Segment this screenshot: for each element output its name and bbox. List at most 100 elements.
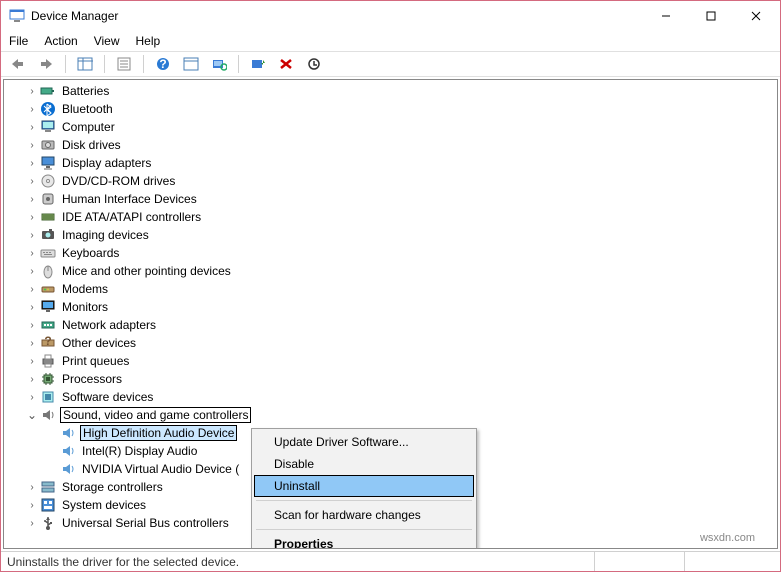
context-menu-item[interactable]: Update Driver Software...: [254, 431, 474, 453]
toolbar-separator: [104, 55, 105, 73]
expand-icon[interactable]: ›: [24, 299, 40, 315]
expand-icon[interactable]: ›: [24, 497, 40, 513]
scan-hardware-button[interactable]: [208, 53, 230, 75]
toolbar-separator: [238, 55, 239, 73]
tree-node[interactable]: ›Keyboards: [4, 244, 777, 262]
tree-node[interactable]: › Batteries: [4, 82, 777, 100]
bluetooth-icon: [40, 101, 56, 117]
tree-node[interactable]: ›DVD/CD-ROM drives: [4, 172, 777, 190]
expand-icon[interactable]: ›: [24, 137, 40, 153]
status-text: Uninstalls the driver for the selected d…: [7, 555, 239, 569]
hid-icon: [40, 191, 56, 207]
menu-view[interactable]: View: [94, 34, 120, 48]
disable-button[interactable]: [303, 53, 325, 75]
tree-node-label: High Definition Audio Device: [80, 425, 237, 441]
usb-icon: [40, 515, 56, 531]
tree-node-label: Universal Serial Bus controllers: [60, 516, 231, 530]
tree-node[interactable]: ›?Other devices: [4, 334, 777, 352]
tree-node-label: Disk drives: [60, 138, 123, 152]
back-button[interactable]: [7, 53, 29, 75]
tree-node-label: System devices: [60, 498, 148, 512]
context-menu-item[interactable]: Uninstall: [254, 475, 474, 497]
tree-node-label: Modems: [60, 282, 110, 296]
ide-icon: [40, 209, 56, 225]
expand-icon[interactable]: ›: [24, 371, 40, 387]
expand-icon[interactable]: ›: [24, 155, 40, 171]
close-button[interactable]: [733, 2, 778, 30]
speaker-icon: [60, 425, 76, 441]
tree-node[interactable]: ›Display adapters: [4, 154, 777, 172]
expand-icon[interactable]: ›: [24, 389, 40, 405]
expand-icon[interactable]: ›: [24, 191, 40, 207]
tree-node[interactable]: › Software devices: [4, 388, 777, 406]
mouse-icon: [40, 263, 56, 279]
storage-icon: [40, 479, 56, 495]
tree-node-label: Print queues: [60, 354, 131, 368]
collapse-icon[interactable]: ⌄: [24, 407, 40, 423]
title-bar: Device Manager: [1, 1, 780, 31]
properties-button[interactable]: [113, 53, 135, 75]
toolbar-separator: [65, 55, 66, 73]
tree-node-label: Processors: [60, 372, 124, 386]
expand-icon[interactable]: ›: [24, 317, 40, 333]
menu-file[interactable]: File: [9, 34, 28, 48]
expand-icon[interactable]: ›: [24, 281, 40, 297]
tree-node-label: NVIDIA Virtual Audio Device (: [80, 462, 241, 476]
battery-icon: [40, 83, 56, 99]
tree-node[interactable]: › Computer: [4, 118, 777, 136]
help-button[interactable]: ?: [152, 53, 174, 75]
tree-node[interactable]: ›Human Interface Devices: [4, 190, 777, 208]
show-hide-tree-button[interactable]: [74, 53, 96, 75]
expand-icon[interactable]: ›: [24, 515, 40, 531]
speaker-icon: [60, 443, 76, 459]
context-menu: Update Driver Software...DisableUninstal…: [251, 428, 477, 549]
menu-action[interactable]: Action: [44, 34, 77, 48]
tree-node[interactable]: ⌄Sound, video and game controllers: [4, 406, 777, 424]
expand-icon[interactable]: ›: [24, 335, 40, 351]
tree-node-label: Computer: [60, 120, 117, 134]
window-title: Device Manager: [31, 9, 643, 23]
device-tree-container: ›Batteries›Bluetooth›Computer›Disk drive…: [3, 79, 778, 549]
network-icon: [40, 317, 56, 333]
tree-node-label: Mice and other pointing devices: [60, 264, 233, 278]
maximize-button[interactable]: [688, 2, 733, 30]
tree-node[interactable]: ›Bluetooth: [4, 100, 777, 118]
context-menu-item[interactable]: Properties: [254, 533, 474, 549]
disk-icon: [40, 137, 56, 153]
tree-node[interactable]: › Modems: [4, 280, 777, 298]
software-icon: [40, 389, 56, 405]
tree-node[interactable]: ›IDE ATA/ATAPI controllers: [4, 208, 777, 226]
context-menu-item[interactable]: Disable: [254, 453, 474, 475]
expand-icon[interactable]: ›: [24, 227, 40, 243]
expand-icon[interactable]: ›: [24, 173, 40, 189]
expand-icon[interactable]: ›: [24, 245, 40, 261]
tree-node[interactable]: › Print queues: [4, 352, 777, 370]
action-button[interactable]: [180, 53, 202, 75]
expand-icon[interactable]: ›: [24, 353, 40, 369]
expand-icon[interactable]: ›: [24, 209, 40, 225]
tree-node-label: Batteries: [60, 84, 111, 98]
tree-node[interactable]: › Mice and other pointing devices: [4, 262, 777, 280]
expand-icon[interactable]: ›: [24, 83, 40, 99]
tree-node-label: Imaging devices: [60, 228, 151, 242]
svg-text:?: ?: [159, 57, 166, 71]
expand-icon[interactable]: ›: [24, 119, 40, 135]
status-bar: Uninstalls the driver for the selected d…: [1, 551, 780, 571]
expand-icon[interactable]: ›: [24, 479, 40, 495]
minimize-button[interactable]: [643, 2, 688, 30]
context-menu-item[interactable]: Scan for hardware changes: [254, 504, 474, 526]
menu-help[interactable]: Help: [136, 34, 161, 48]
tree-node[interactable]: › Processors: [4, 370, 777, 388]
tree-node[interactable]: › Disk drives: [4, 136, 777, 154]
other-icon: ?: [40, 335, 56, 351]
tree-node[interactable]: ›Network adapters: [4, 316, 777, 334]
expand-icon[interactable]: ›: [24, 263, 40, 279]
expand-icon[interactable]: ›: [24, 101, 40, 117]
update-driver-button[interactable]: [247, 53, 269, 75]
tree-node[interactable]: ›Monitors: [4, 298, 777, 316]
tree-node[interactable]: › Imaging devices: [4, 226, 777, 244]
forward-button[interactable]: [35, 53, 57, 75]
uninstall-button[interactable]: [275, 53, 297, 75]
tree-node-label: Software devices: [60, 390, 155, 404]
monitor-icon: [40, 299, 56, 315]
